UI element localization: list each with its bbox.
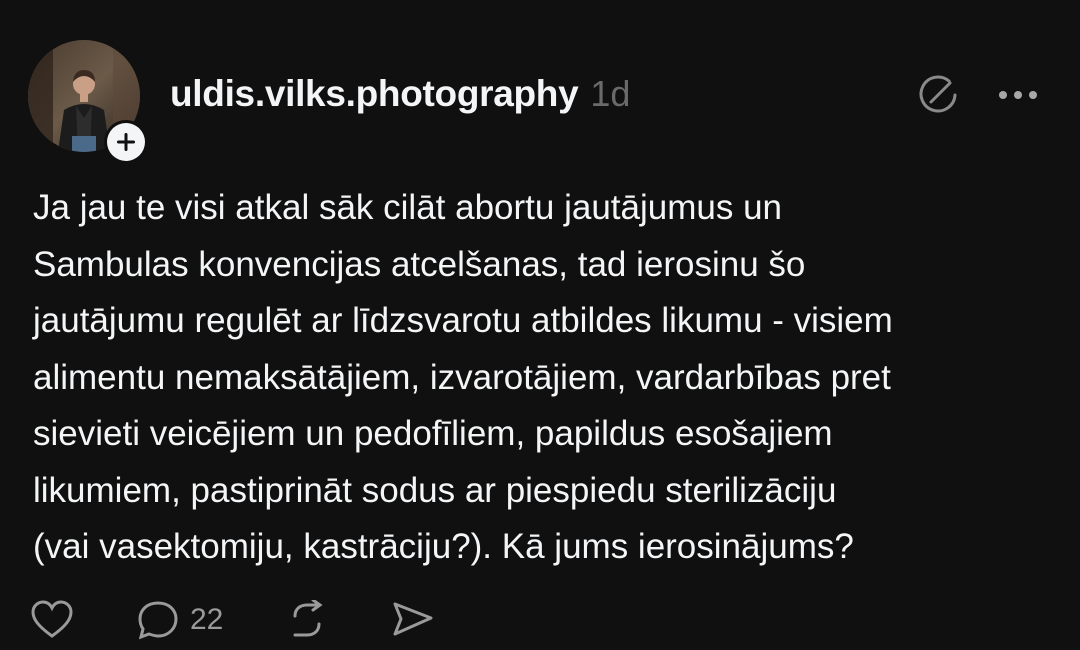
post-text-line: sievieti veicējiem un pedofīliem, papild… — [33, 414, 833, 453]
post-timestamp: 1d — [590, 73, 631, 114]
post-action-bar: 22 — [30, 600, 497, 650]
more-options-button[interactable] — [996, 88, 1040, 102]
post-text-line: jautājumu regulēt ar līdzsvarotu atbilde… — [33, 301, 893, 340]
author-username[interactable]: uldis.vilks.photography — [170, 73, 579, 115]
post-text-line: (vai vasektomiju, kastrāciju?). Kā jums … — [33, 527, 854, 566]
more-options-icon — [999, 91, 1037, 99]
post-text-line: alimentu nemaksātājiem, izvarotājiem, va… — [33, 357, 891, 397]
header-actions — [916, 70, 1040, 120]
comment-count: 22 — [190, 603, 224, 636]
share-button[interactable] — [391, 600, 435, 640]
author-avatar-container — [28, 40, 148, 164]
activity-button[interactable] — [916, 73, 960, 117]
share-icon — [393, 602, 433, 636]
heart-icon — [31, 600, 73, 638]
repost-button[interactable] — [285, 600, 329, 640]
like-button[interactable] — [30, 600, 74, 640]
thread-post: uldis.vilks.photography 1d Ja jau te vis… — [0, 0, 1080, 640]
post-body-text: Ja jau te visi atkal sāk cilāt abortu ja… — [33, 180, 1053, 576]
follow-button[interactable] — [104, 120, 148, 164]
repost-icon — [293, 600, 323, 637]
comment-button[interactable]: 22 — [136, 600, 223, 640]
post-text-line: likumiem, pastiprināt sodus ar piespiedu… — [33, 470, 837, 510]
activity-icon — [919, 75, 957, 113]
post-text-line: Sambulas konvencijas atcelšanas, tad ier… — [33, 244, 806, 284]
post-header: uldis.vilks.photography 1d — [170, 66, 630, 122]
comment-icon — [138, 601, 178, 640]
follow-badge-circle — [107, 123, 145, 161]
plus-icon — [117, 133, 135, 151]
post-text-line: Ja jau te visi atkal sāk cilāt abortu ja… — [33, 188, 782, 227]
